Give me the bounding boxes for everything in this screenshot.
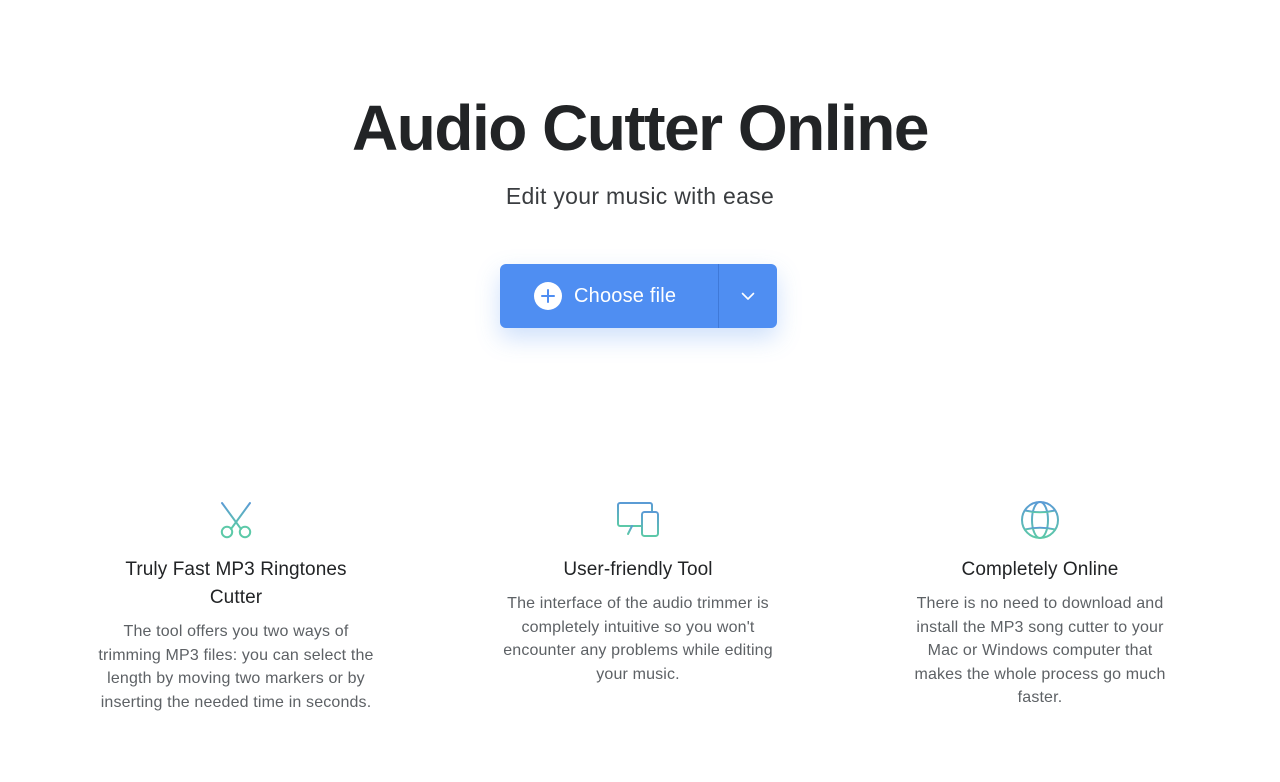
page-subtitle: Edit your music with ease xyxy=(505,183,775,209)
feature-title: Truly Fast MP3 Ringtones Cutter xyxy=(125,559,347,608)
chevron-down-icon xyxy=(741,292,755,300)
choose-file-button[interactable]: Choose file xyxy=(500,264,718,328)
feature-description: The tool offers you two ways of trimming… xyxy=(98,623,374,711)
feature-user-friendly: User-friendly Tool The interface of the … xyxy=(488,500,788,686)
globe-icon xyxy=(1021,501,1059,539)
devices-icon xyxy=(617,502,659,537)
choose-file-label: Choose file xyxy=(574,284,677,307)
page-title: Audio Cutter Online xyxy=(352,92,929,164)
feature-title: Completely Online xyxy=(961,559,1119,580)
upload-source-dropdown-button[interactable] xyxy=(719,264,777,328)
feature-fast-cutter: Truly Fast MP3 Ringtones Cutter The tool… xyxy=(86,500,386,714)
feature-description: There is no need to download and install… xyxy=(914,595,1166,706)
plus-circle-icon xyxy=(534,282,562,310)
feature-completely-online: Completely Online There is no need to do… xyxy=(890,500,1190,710)
feature-description: The interface of the audio trimmer is co… xyxy=(503,595,773,683)
features-section: Truly Fast MP3 Ringtones Cutter The tool… xyxy=(0,500,1280,760)
scissors-icon xyxy=(220,502,252,539)
file-upload-control: Choose file xyxy=(500,264,777,328)
feature-title: User-friendly Tool xyxy=(563,559,713,580)
